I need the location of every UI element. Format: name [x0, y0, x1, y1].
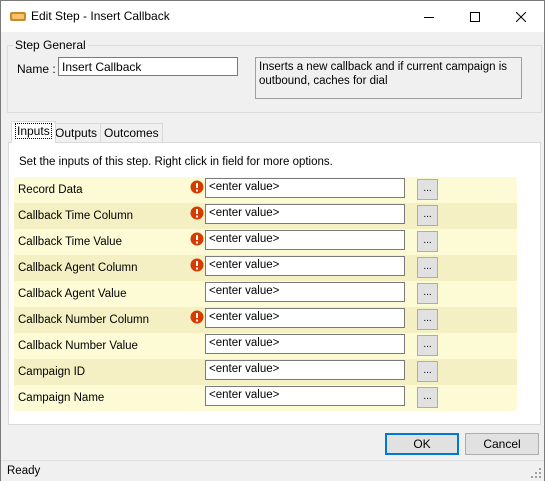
input-row-label: Record Data	[18, 184, 83, 196]
input-row-browse-button[interactable]: ...	[417, 387, 438, 408]
input-row-value-field[interactable]: <enter value>	[205, 386, 405, 406]
input-row: Callback Time Column <enter value>...	[14, 203, 517, 229]
input-row-value-field[interactable]: <enter value>	[205, 308, 405, 328]
input-row: Callback Number Value <enter value>...	[14, 333, 517, 359]
ok-button[interactable]: OK	[385, 433, 459, 455]
input-row: Callback Number Column <enter value>...	[14, 307, 517, 333]
input-row-browse-button[interactable]: ...	[417, 257, 438, 278]
input-row: Callback Agent Column <enter value>...	[14, 255, 517, 281]
input-row-value-field[interactable]: <enter value>	[205, 360, 405, 380]
maximize-button[interactable]	[452, 1, 498, 32]
required-warning-icon	[190, 310, 204, 324]
input-row-browse-button[interactable]: ...	[417, 231, 438, 252]
minimize-button[interactable]	[406, 1, 452, 32]
required-warning-icon	[190, 180, 204, 194]
tab-inputs-label: Inputs	[15, 123, 52, 139]
tab-outputs-label: Outputs	[55, 126, 98, 140]
name-label: Name :	[17, 62, 56, 76]
close-button[interactable]	[498, 1, 544, 32]
required-warning-icon	[190, 206, 204, 220]
edit-step-dialog: Edit Step - Insert Callback Step General…	[0, 0, 545, 481]
input-row-browse-button[interactable]: ...	[417, 335, 438, 356]
tab-outcomes-label: Outcomes	[104, 126, 159, 140]
tab-inputs[interactable]: Inputs	[11, 121, 56, 143]
step-description: Inserts a new callback and if current ca…	[255, 57, 522, 99]
step-general-legend: Step General	[13, 38, 88, 52]
step-icon	[10, 12, 26, 21]
input-row-label: Campaign ID	[18, 366, 86, 378]
tab-outcomes[interactable]: Outcomes	[100, 123, 163, 142]
input-row-browse-button[interactable]: ...	[417, 361, 438, 382]
input-row-value-field[interactable]: <enter value>	[205, 178, 405, 198]
input-row-value-field[interactable]: <enter value>	[205, 204, 405, 224]
input-row-value-field[interactable]: <enter value>	[205, 334, 405, 354]
input-row: Campaign Name <enter value>...	[14, 385, 517, 411]
input-row-browse-button[interactable]: ...	[417, 179, 438, 200]
input-row-label: Callback Time Value	[18, 236, 122, 248]
inputs-instructions: Set the inputs of this step. Right click…	[19, 156, 333, 168]
input-row-value-field[interactable]: <enter value>	[205, 230, 405, 250]
input-row-label: Callback Time Column	[18, 210, 134, 222]
input-row-label: Callback Agent Column	[18, 262, 138, 274]
input-row-browse-button[interactable]: ...	[417, 309, 438, 330]
input-row-value-field[interactable]: <enter value>	[205, 282, 405, 302]
tab-outputs[interactable]: Outputs	[51, 123, 102, 142]
input-row-browse-button[interactable]: ...	[417, 283, 438, 304]
input-row-value-field[interactable]: <enter value>	[205, 256, 405, 276]
maximize-icon	[470, 11, 480, 22]
input-row-label: Callback Agent Value	[18, 288, 127, 300]
resize-grip-icon[interactable]	[531, 468, 541, 478]
input-row: Record Data <enter value>...	[14, 177, 517, 203]
status-text: Ready	[7, 465, 41, 477]
input-row-label: Campaign Name	[18, 392, 105, 404]
window-title: Edit Step - Insert Callback	[31, 9, 170, 23]
input-row-browse-button[interactable]: ...	[417, 205, 438, 226]
input-row: Callback Agent Value <enter value>...	[14, 281, 517, 307]
required-warning-icon	[190, 232, 204, 246]
input-row: Callback Time Value <enter value>...	[14, 229, 517, 255]
title-bar[interactable]: Edit Step - Insert Callback	[1, 1, 544, 32]
cancel-button[interactable]: Cancel	[465, 433, 539, 455]
input-row-label: Callback Number Value	[18, 340, 138, 352]
status-bar: Ready	[1, 460, 544, 481]
required-warning-icon	[190, 258, 204, 272]
name-input[interactable]	[58, 57, 238, 76]
minimize-icon	[424, 16, 434, 18]
input-row-label: Callback Number Column	[18, 314, 150, 326]
close-icon	[516, 11, 526, 22]
input-row: Campaign ID <enter value>...	[14, 359, 517, 385]
